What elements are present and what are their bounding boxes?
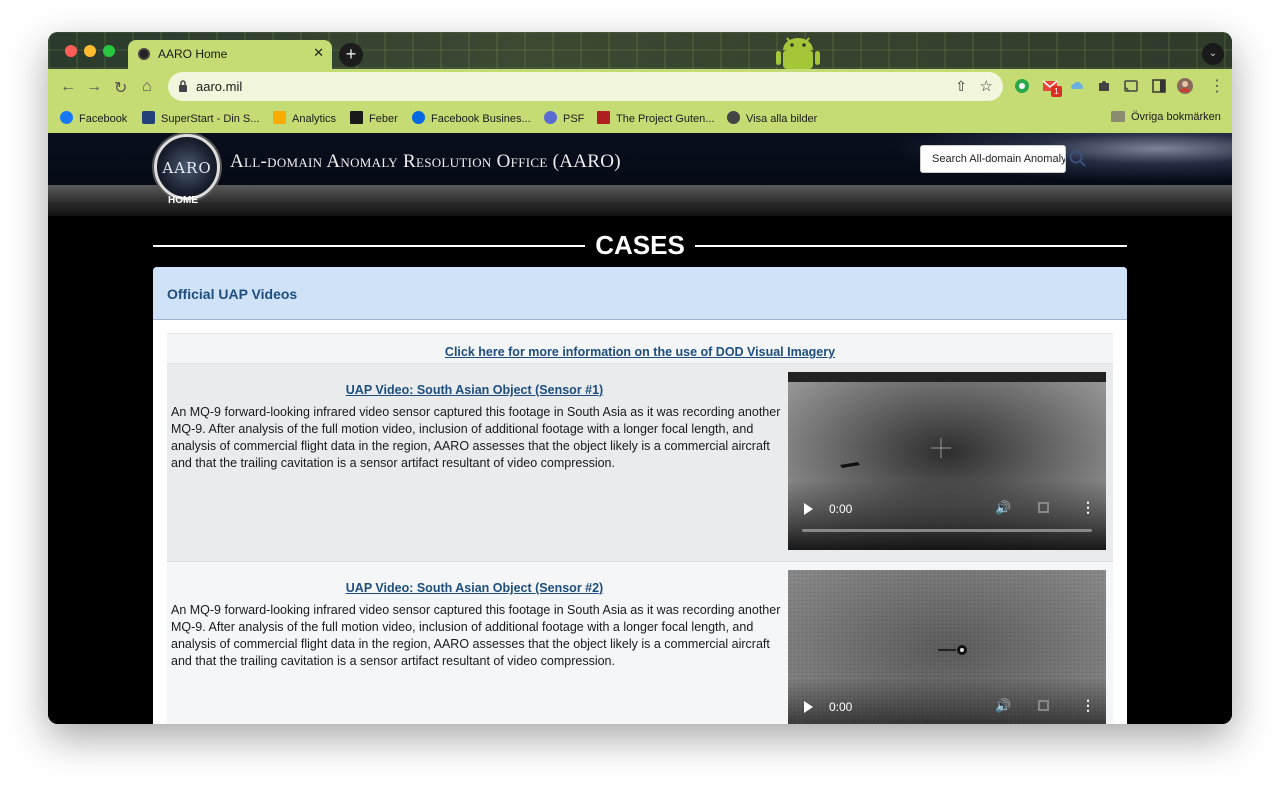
panel-header: Official UAP Videos: [153, 267, 1127, 320]
video-description: An MQ-9 forward-looking infrared video s…: [171, 405, 781, 470]
gutenberg-icon: [597, 111, 610, 124]
feber-icon: [350, 111, 363, 124]
bookmark-facebook[interactable]: Facebook: [60, 111, 127, 125]
tab-aaro-home[interactable]: AARO Home ✕: [128, 40, 332, 69]
more-options-icon[interactable]: ⋮: [1081, 499, 1095, 516]
video-description: An MQ-9 forward-looking infrared video s…: [171, 603, 781, 668]
bookmark-psf[interactable]: PSF: [544, 111, 584, 125]
browser-toolbar: ← → ↻ ⌂ aaro.mil ⇧ ☆ 1 ⋮: [48, 69, 1232, 105]
site-title[interactable]: All-domain Anomaly Resolution Office (AA…: [230, 151, 621, 173]
cloud-extension-icon[interactable]: [1069, 78, 1085, 94]
bookmark-superstart[interactable]: SuperStart - Din S...: [142, 111, 259, 125]
bookmark-label: SuperStart - Din S...: [161, 113, 260, 125]
android-theme-icon: [776, 37, 820, 69]
bookmark-label: Övriga bokmärken: [1131, 111, 1221, 123]
share-icon[interactable]: ⇧: [955, 78, 967, 95]
bookmarks-bar: Facebook SuperStart - Din S... Analytics…: [48, 105, 1232, 133]
bookmark-other-folder[interactable]: Övriga bokmärken: [1111, 111, 1221, 123]
video-row: UAP Video: South Asian Object (Sensor #2…: [167, 561, 1113, 724]
browser-window: AARO Home ✕ + ⌄ ← → ↻ ⌂ aaro.mil ⇧ ☆ 1 ⋮…: [48, 32, 1232, 724]
site-search-input[interactable]: Search All-domain Anomaly: [920, 145, 1066, 173]
aaro-seal-logo[interactable]: AARO: [154, 134, 220, 200]
nav-home-link[interactable]: HOME: [168, 195, 198, 206]
bookmark-feber[interactable]: Feber: [350, 111, 398, 125]
close-window-button[interactable]: [65, 45, 77, 57]
panel-title: Official UAP Videos: [167, 286, 298, 302]
tab-strip: AARO Home ✕ + ⌄: [48, 32, 1232, 69]
play-icon[interactable]: [804, 503, 813, 515]
bookmark-label: Feber: [369, 113, 398, 125]
maximize-window-button[interactable]: [103, 45, 115, 57]
volume-icon[interactable]: 🔊: [995, 500, 1011, 516]
url-text[interactable]: aaro.mil: [196, 79, 242, 94]
uap-videos-panel: Official UAP Videos Click here for more …: [153, 267, 1127, 724]
video-row: UAP Video: South Asian Object (Sensor #1…: [167, 364, 1113, 561]
address-bar[interactable]: aaro.mil ⇧ ☆: [168, 72, 1003, 101]
meta-icon: [412, 111, 425, 124]
reload-button[interactable]: ↻: [114, 78, 127, 98]
video-progress-bar[interactable]: [802, 529, 1092, 532]
visual-imagery-info-link[interactable]: Click here for more information on the u…: [445, 345, 835, 359]
bookmark-label: The Project Guten...: [616, 113, 715, 125]
page-heading: CASES: [595, 230, 685, 260]
lock-icon: [179, 80, 187, 92]
visual-imagery-info-row: Click here for more information on the u…: [167, 333, 1113, 364]
bookmark-visa-alla-bilder[interactable]: Visa alla bilder: [727, 111, 817, 125]
fullscreen-icon[interactable]: [1038, 502, 1049, 513]
analytics-icon: [273, 111, 286, 124]
bookmark-label: Facebook Busines...: [431, 113, 531, 125]
seal-text: AARO: [162, 159, 212, 177]
extension-green-icon[interactable]: [1014, 78, 1030, 94]
psf-icon: [544, 111, 557, 124]
bookmark-facebook-business[interactable]: Facebook Busines...: [412, 111, 531, 125]
site-nav-bar: [48, 185, 1232, 216]
search-icon[interactable]: [1068, 149, 1088, 169]
gmail-badge: 1: [1051, 86, 1062, 97]
heading-rule-right: [695, 245, 1127, 247]
facebook-icon: [60, 111, 73, 124]
extensions-puzzle-icon[interactable]: [1096, 78, 1112, 94]
more-options-icon[interactable]: ⋮: [1081, 697, 1095, 714]
tab-title: AARO Home: [158, 47, 228, 61]
new-tab-button[interactable]: +: [339, 43, 363, 67]
side-panel-icon[interactable]: [1151, 78, 1167, 94]
folder-icon: [1111, 111, 1125, 122]
video-player[interactable]: 0:00 🔊 ⋮: [788, 570, 1106, 724]
bookmark-label: Visa alla bilder: [746, 113, 818, 125]
superstart-icon: [142, 111, 155, 124]
web-page: AARO All-domain Anomaly Resolution Offic…: [48, 133, 1232, 724]
back-button[interactable]: ←: [60, 78, 76, 96]
volume-icon[interactable]: 🔊: [995, 698, 1011, 714]
heading-rule-left: [153, 245, 585, 247]
video-title-link[interactable]: UAP Video: South Asian Object (Sensor #2…: [167, 581, 782, 595]
play-icon[interactable]: [804, 701, 813, 713]
minimize-window-button[interactable]: [84, 45, 96, 57]
video-time: 0:00: [829, 502, 853, 516]
video-player[interactable]: 0:00 🔊 ⋮: [788, 372, 1106, 550]
bookmark-analytics[interactable]: Analytics: [273, 111, 336, 125]
tab-close-icon[interactable]: ✕: [313, 45, 324, 61]
bookmark-label: Facebook: [79, 113, 128, 125]
globe-icon: [727, 111, 740, 124]
cast-icon[interactable]: [1123, 78, 1139, 94]
fullscreen-icon[interactable]: [1038, 700, 1049, 711]
video-title-link[interactable]: UAP Video: South Asian Object (Sensor #1…: [167, 383, 782, 397]
tab-search-menu-button[interactable]: ⌄: [1202, 43, 1224, 65]
bookmark-gutenberg[interactable]: The Project Guten...: [597, 111, 714, 125]
bookmark-star-icon[interactable]: ☆: [980, 77, 993, 95]
profile-avatar[interactable]: [1177, 78, 1193, 94]
gmail-extension-icon[interactable]: 1: [1042, 78, 1062, 97]
bookmark-label: PSF: [563, 113, 585, 125]
forward-button[interactable]: →: [86, 78, 102, 96]
video-time: 0:00: [829, 700, 853, 714]
bookmark-label: Analytics: [292, 113, 337, 125]
chrome-menu-button[interactable]: ⋮: [1209, 76, 1225, 96]
aaro-favicon-icon: [138, 48, 150, 60]
home-button[interactable]: ⌂: [142, 78, 152, 96]
